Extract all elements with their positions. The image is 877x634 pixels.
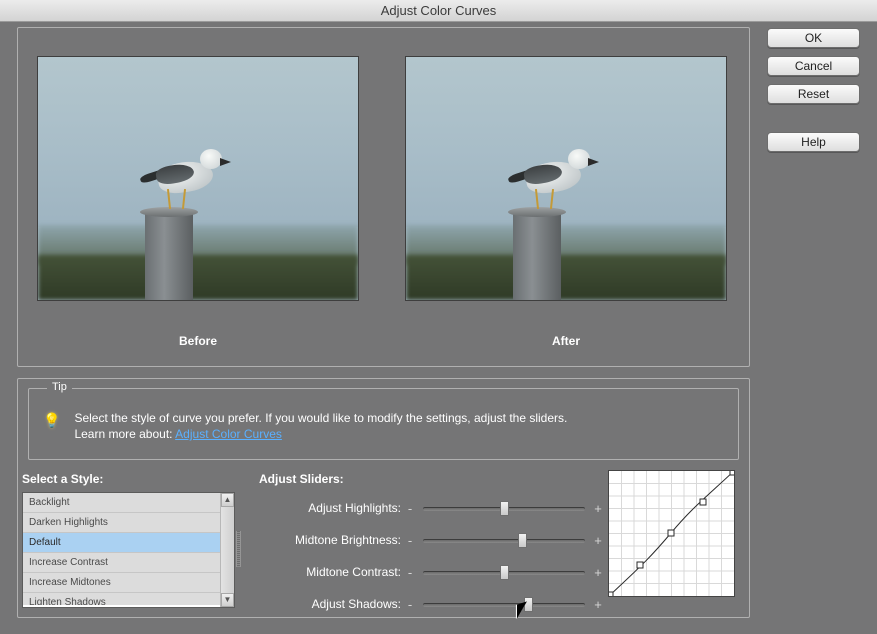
reset-button[interactable]: Reset [767,84,860,104]
adjust-sliders-label: Adjust Sliders: [259,472,344,486]
slider-thumb[interactable] [518,533,527,548]
list-resize-grip[interactable] [236,531,241,567]
slider-row: Adjust Shadows:- + [259,588,605,620]
slider-track[interactable] [423,534,585,546]
preview-before: Before [37,56,359,348]
scroll-down-icon[interactable]: ▼ [221,593,234,607]
style-item[interactable]: Default [23,533,220,553]
slider-minus-button[interactable]: - [403,533,417,548]
dialog-titlebar: Adjust Color Curves [0,0,877,22]
slider-track[interactable] [423,598,585,610]
tip-legend: Tip [47,381,72,393]
style-item[interactable]: Backlight [23,493,220,513]
style-scrollbar[interactable]: ▲ ▼ [220,493,234,607]
slider-row: Midtone Contrast:- + [259,556,605,588]
preview-before-image [37,56,359,301]
slider-thumb[interactable] [500,565,509,580]
slider-label: Adjust Shadows: [259,597,403,611]
slider-track[interactable] [423,566,585,578]
preview-panel: Before After [17,27,750,367]
lightbulb-icon: 💡 [43,410,60,442]
slider-thumb[interactable] [500,501,509,516]
slider-label: Midtone Contrast: [259,565,403,579]
preview-after-label: After [405,334,727,348]
preview-after: After [405,56,727,348]
slider-minus-button[interactable]: - [403,597,417,612]
slider-label: Adjust Highlights: [259,501,403,515]
slider-track[interactable] [423,502,585,514]
slider-row: Midtone Brightness:- + [259,524,605,556]
style-item[interactable]: Increase Midtones [23,573,220,593]
style-item[interactable]: Increase Contrast [23,553,220,573]
preview-after-image [405,56,727,301]
slider-plus-button[interactable]: + [591,533,605,548]
cancel-button[interactable]: Cancel [767,56,860,76]
dialog-button-column: OK Cancel Reset Help [767,28,860,152]
slider-row: Adjust Highlights:- + [259,492,605,524]
ok-button[interactable]: OK [767,28,860,48]
slider-thumb[interactable] [524,597,533,612]
slider-plus-button[interactable]: + [591,597,605,612]
tip-frame: Tip 💡 Select the style of curve you pref… [28,388,739,460]
preview-before-label: Before [37,334,359,348]
scroll-up-icon[interactable]: ▲ [221,493,234,507]
dialog-title: Adjust Color Curves [381,3,497,18]
help-button[interactable]: Help [767,132,860,152]
slider-minus-button[interactable]: - [403,501,417,516]
tip-link[interactable]: Adjust Color Curves [175,427,282,441]
slider-plus-button[interactable]: + [591,501,605,516]
slider-label: Midtone Brightness: [259,533,403,547]
tip-text: Select the style of curve you prefer. If… [74,410,567,442]
curve-graph[interactable] [608,470,735,597]
style-listbox[interactable]: BacklightDarken HighlightsDefaultIncreas… [22,492,235,608]
select-style-label: Select a Style: [22,472,103,486]
style-item[interactable]: Darken Highlights [23,513,220,533]
controls-panel: Tip 💡 Select the style of curve you pref… [17,378,750,618]
slider-minus-button[interactable]: - [403,565,417,580]
style-item[interactable]: Lighten Shadows [23,593,220,605]
slider-plus-button[interactable]: + [591,565,605,580]
